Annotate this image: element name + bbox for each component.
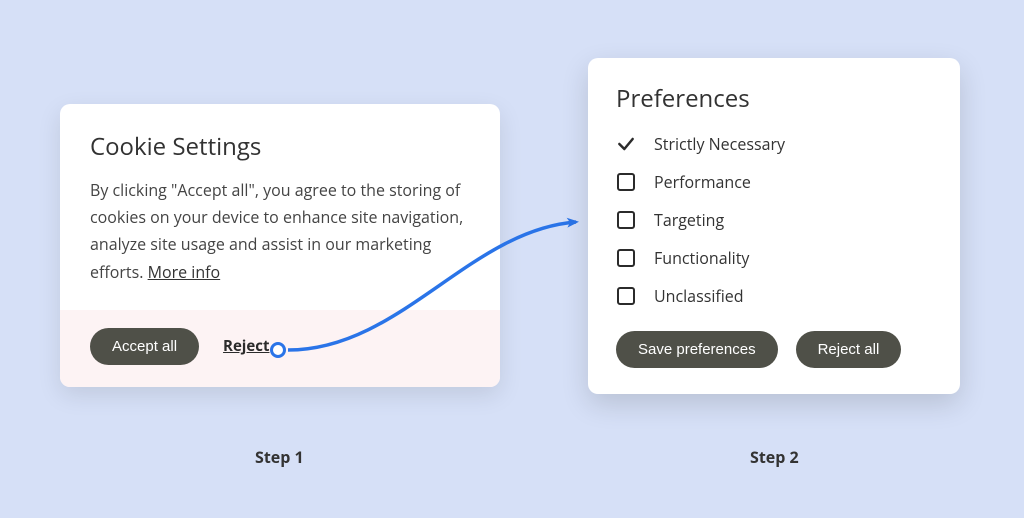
cookie-settings-title: Cookie Settings (90, 130, 470, 163)
pref-row-strictly-necessary[interactable]: Strictly Necessary (616, 133, 932, 155)
cookie-settings-description: By clicking "Accept all", you agree to t… (90, 177, 470, 304)
accept-all-button[interactable]: Accept all (90, 328, 199, 365)
pref-row-targeting[interactable]: Targeting (616, 209, 932, 231)
cookie-settings-body: Cookie Settings By clicking "Accept all"… (60, 104, 500, 310)
preferences-card: Preferences Strictly Necessary Performan… (588, 58, 960, 394)
step-1-caption: Step 1 (255, 446, 304, 468)
pref-row-performance[interactable]: Performance (616, 171, 932, 193)
reject-all-button[interactable]: Reject all (796, 331, 902, 368)
reject-link[interactable]: Reject (223, 336, 269, 356)
save-preferences-button[interactable]: Save preferences (616, 331, 778, 368)
more-info-link[interactable]: More info (148, 261, 221, 283)
pref-label: Performance (654, 171, 751, 193)
checkbox-icon (616, 248, 636, 268)
pref-label: Functionality (654, 247, 749, 269)
check-icon (616, 134, 636, 154)
reject-highlight-ring (270, 342, 286, 358)
pref-label: Targeting (654, 209, 724, 231)
preferences-list: Strictly Necessary Performance Targeting… (616, 133, 932, 307)
preferences-actions: Save preferences Reject all (616, 331, 932, 368)
preferences-title: Preferences (616, 82, 932, 115)
pref-label: Unclassified (654, 285, 744, 307)
pref-label: Strictly Necessary (654, 133, 785, 155)
cookie-settings-text: By clicking "Accept all", you agree to t… (90, 179, 463, 283)
step-2-caption: Step 2 (750, 446, 799, 468)
checkbox-icon (616, 210, 636, 230)
checkbox-icon (616, 286, 636, 306)
pref-row-functionality[interactable]: Functionality (616, 247, 932, 269)
pref-row-unclassified[interactable]: Unclassified (616, 285, 932, 307)
checkbox-icon (616, 172, 636, 192)
